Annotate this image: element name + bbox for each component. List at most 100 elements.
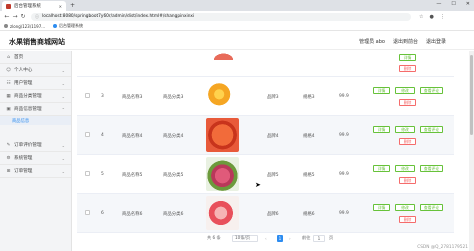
row-checkbox[interactable] (85, 210, 90, 215)
profile-icon[interactable]: ● (429, 14, 433, 20)
favicon-icon (6, 3, 11, 9)
product-spec: 规格3 (303, 94, 315, 100)
sidebar-subitem-product-info[interactable]: 商品信息 (0, 116, 71, 125)
url-input[interactable]: ⓘ localhost:8080/springboot7y60r/admin/d… (31, 12, 411, 21)
star-icon[interactable]: ☆ (419, 14, 423, 20)
app-header: 水果销售商城网站 管理员 abo 退出到前台 退出登录 (0, 32, 474, 50)
app-title: 水果销售商城网站 (9, 38, 65, 46)
logout-link[interactable]: 退出登录 (426, 38, 446, 45)
delete-button[interactable]: 删除 (399, 138, 416, 145)
product-name: 商品名称6 (122, 211, 143, 217)
view-reviews-button[interactable]: 查看评论 (420, 165, 443, 172)
sidebar-item-label: 订单评价管理 (14, 143, 42, 148)
view-reviews-button[interactable]: 查看评论 (420, 204, 443, 211)
row-index: 4 (101, 133, 104, 138)
main-content: 详情 删除 3 商品名称3 商品分类3 品牌3 规格3 99.9 详情 修改 查… (73, 51, 474, 251)
maximize-icon[interactable]: ☐ (451, 1, 455, 7)
delete-button[interactable]: 删除 (399, 65, 416, 72)
chevron-down-icon: ⌄ (61, 142, 65, 148)
sidebar-item-label: 用户管理 (14, 81, 33, 86)
close-tab-icon[interactable]: ✕ (59, 4, 62, 9)
row-checkbox[interactable] (85, 93, 90, 98)
view-reviews-button[interactable]: 查看评论 (420, 87, 443, 94)
row-checkbox[interactable] (85, 171, 90, 176)
product-category: 商品分类6 (163, 211, 184, 217)
sidebar-item-system[interactable]: ⚙ 系统管理 ⌄ (0, 152, 71, 165)
detail-button[interactable]: 详情 (373, 126, 390, 133)
table-row: 3 商品名称3 商品分类3 品牌3 规格3 99.9 详情 修改 查看评论 删除 (77, 77, 454, 116)
view-reviews-button[interactable]: 查看评论 (420, 126, 443, 133)
product-brand: 品牌4 (267, 133, 279, 139)
home-icon: ⌂ (7, 54, 10, 60)
product-price: 99.9 (339, 211, 349, 216)
sidebar-item-home[interactable]: ⌂ 首页 (0, 51, 71, 64)
page-scrollbar[interactable] (469, 51, 474, 251)
next-page-icon[interactable]: › (289, 236, 291, 241)
header-links: 管理员 abo 退出到前台 退出登录 (359, 38, 446, 45)
bookmark-icon (4, 24, 8, 28)
sidebar-item-label: 系统管理 (14, 156, 33, 161)
exit-to-front-link[interactable]: 退出到前台 (393, 38, 418, 45)
chevron-down-icon: ⌄ (61, 93, 65, 99)
goto-page-suffix: 页 (329, 235, 334, 240)
sidebar-item-orders[interactable]: ⊞ 订单管理 ⌄ (0, 165, 71, 178)
pagination-total: 共 6 条 (207, 235, 221, 240)
sidebar-item-label: 个人中心 (14, 68, 33, 73)
bookmark-icon (53, 24, 58, 28)
goto-page-input[interactable]: 1 (313, 234, 325, 242)
detail-button[interactable]: 详情 (373, 165, 390, 172)
product-image (206, 196, 239, 230)
user-icon: ☺ (6, 67, 11, 73)
back-icon[interactable]: ← (3, 13, 11, 20)
minimize-icon[interactable]: — (436, 1, 441, 7)
sidebar-item-profile[interactable]: ☺ 个人中心 ⌄ (0, 64, 71, 77)
grid-icon: ▦ (6, 93, 11, 99)
prev-page-icon[interactable]: ‹ (265, 236, 267, 241)
row-index: 6 (101, 211, 104, 216)
edit-button[interactable]: 修改 (395, 165, 415, 172)
toolbar-icons: ☆ ● ⋮ (419, 14, 445, 20)
product-image (206, 79, 239, 113)
watermark: CSDN @Q_2781179521 (417, 245, 468, 250)
sidebar-item-users[interactable]: ☷ 用户管理 ⌄ (0, 77, 71, 90)
menu-icon[interactable]: ⋮ (440, 14, 445, 20)
info-icon[interactable]: ⓘ (35, 14, 39, 20)
detail-button[interactable]: 详情 (373, 87, 390, 94)
edit-button[interactable]: 修改 (395, 87, 415, 94)
product-brand: 品牌5 (267, 172, 279, 178)
sidebar: ⌂ 首页 ☺ 个人中心 ⌄ ☷ 用户管理 ⌄ ▦ 商品分类管理 ⌄ ▣ 商品信息… (0, 51, 72, 251)
sidebar-item-reviews[interactable]: ✎ 订单评价管理 ⌄ (0, 139, 71, 152)
edit-button[interactable]: 修改 (395, 204, 415, 211)
product-category: 商品分类3 (163, 94, 184, 100)
delete-button[interactable]: 删除 (399, 216, 416, 223)
product-spec: 规格4 (303, 133, 315, 139)
new-tab-icon[interactable]: + (70, 2, 75, 9)
product-name: 商品名称4 (122, 133, 143, 139)
bookmark-item[interactable]: zlong\123\1197... (4, 24, 45, 29)
detail-button[interactable]: 详情 (399, 54, 416, 61)
bookmark-item[interactable]: 后台管理系统 (53, 23, 83, 29)
chevron-down-icon: ⌄ (61, 67, 65, 73)
address-bar-row: ← → ↻ ⓘ localhost:8080/springboot7y60r/a… (0, 11, 474, 22)
browser-tab[interactable]: 后台管理系统 ✕ (2, 1, 66, 11)
detail-button[interactable]: 详情 (373, 204, 390, 211)
box-icon: ▣ (6, 106, 11, 112)
sidebar-item-products[interactable]: ▣ 商品信息管理 ⌃ (0, 103, 71, 116)
delete-button[interactable]: 删除 (399, 99, 416, 106)
page-number[interactable]: 1 (277, 234, 283, 242)
chevron-down-icon: ⌄ (61, 168, 65, 174)
delete-button[interactable]: 删除 (399, 177, 416, 184)
page-size-select[interactable]: 10条/页 (232, 234, 258, 242)
edit-button[interactable]: 修改 (395, 126, 415, 133)
chevron-up-icon: ⌃ (61, 106, 65, 112)
table-row: 4 商品名称4 商品分类4 品牌4 规格4 99.9 详情 修改 查看评论 删除 (77, 116, 454, 155)
forward-icon[interactable]: → (11, 13, 19, 20)
scrollbar-thumb[interactable] (470, 55, 473, 135)
close-window-icon[interactable]: ✕ (466, 1, 470, 7)
reload-icon[interactable]: ↻ (19, 13, 27, 20)
sidebar-item-category[interactable]: ▦ 商品分类管理 ⌄ (0, 90, 71, 103)
product-brand: 品牌3 (267, 94, 279, 100)
row-checkbox[interactable] (85, 132, 90, 137)
sidebar-item-label: 订单管理 (14, 169, 33, 174)
chevron-down-icon: ⌄ (61, 155, 65, 161)
